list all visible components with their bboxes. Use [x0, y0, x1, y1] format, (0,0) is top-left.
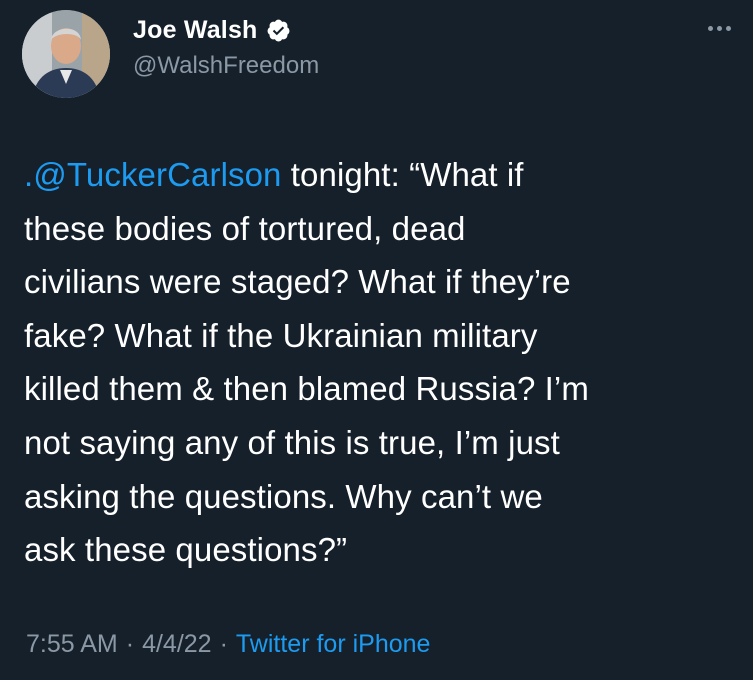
tweet-line: .@TuckerCarlson tonight: “What if — [24, 148, 739, 202]
tweet-meta: 7:55 AM · 4/4/22 · Twitter for iPhone — [26, 630, 430, 659]
tweet-time[interactable]: 7:55 AM — [26, 630, 118, 659]
meta-separator: · — [219, 630, 228, 658]
tweet-text-segment: tonight: “What if — [281, 156, 524, 193]
tweet-line: fake? What if the Ukrainian military — [24, 316, 538, 354]
more-dot — [726, 26, 731, 31]
more-dot — [708, 26, 713, 31]
tweet-line: killed them & then blamed Russia? I’m — [24, 370, 589, 408]
tweet-date[interactable]: 4/4/22 — [142, 630, 212, 659]
display-name[interactable]: Joe Walsh — [133, 16, 258, 45]
tweet-line: civilians were staged? What if they’re — [24, 263, 571, 301]
avatar[interactable] — [22, 10, 110, 98]
author-name-row: Joe Walsh — [133, 16, 291, 45]
tweet-source-link[interactable]: Twitter for iPhone — [236, 630, 431, 659]
more-options-icon[interactable] — [708, 26, 731, 31]
tweet-line: ask these questions?” — [24, 531, 348, 569]
tweet-line: these bodies of tortured, dead — [24, 209, 466, 247]
mention-link[interactable]: .@TuckerCarlson — [24, 156, 282, 193]
tweet-text: .@TuckerCarlson tonight: “What if these … — [24, 148, 739, 577]
meta-separator: · — [125, 630, 135, 658]
user-handle[interactable]: @WalshFreedom — [133, 52, 319, 80]
verified-badge-icon — [266, 18, 291, 43]
tweet-line: not saying any of this is true, I’m just — [24, 423, 560, 461]
tweet-card: Joe Walsh @WalshFreedom .@TuckerCarlson … — [0, 0, 753, 680]
tweet-line: asking the questions. Why can’t we — [24, 477, 543, 515]
avatar-image — [22, 10, 110, 98]
more-dot — [717, 26, 722, 31]
